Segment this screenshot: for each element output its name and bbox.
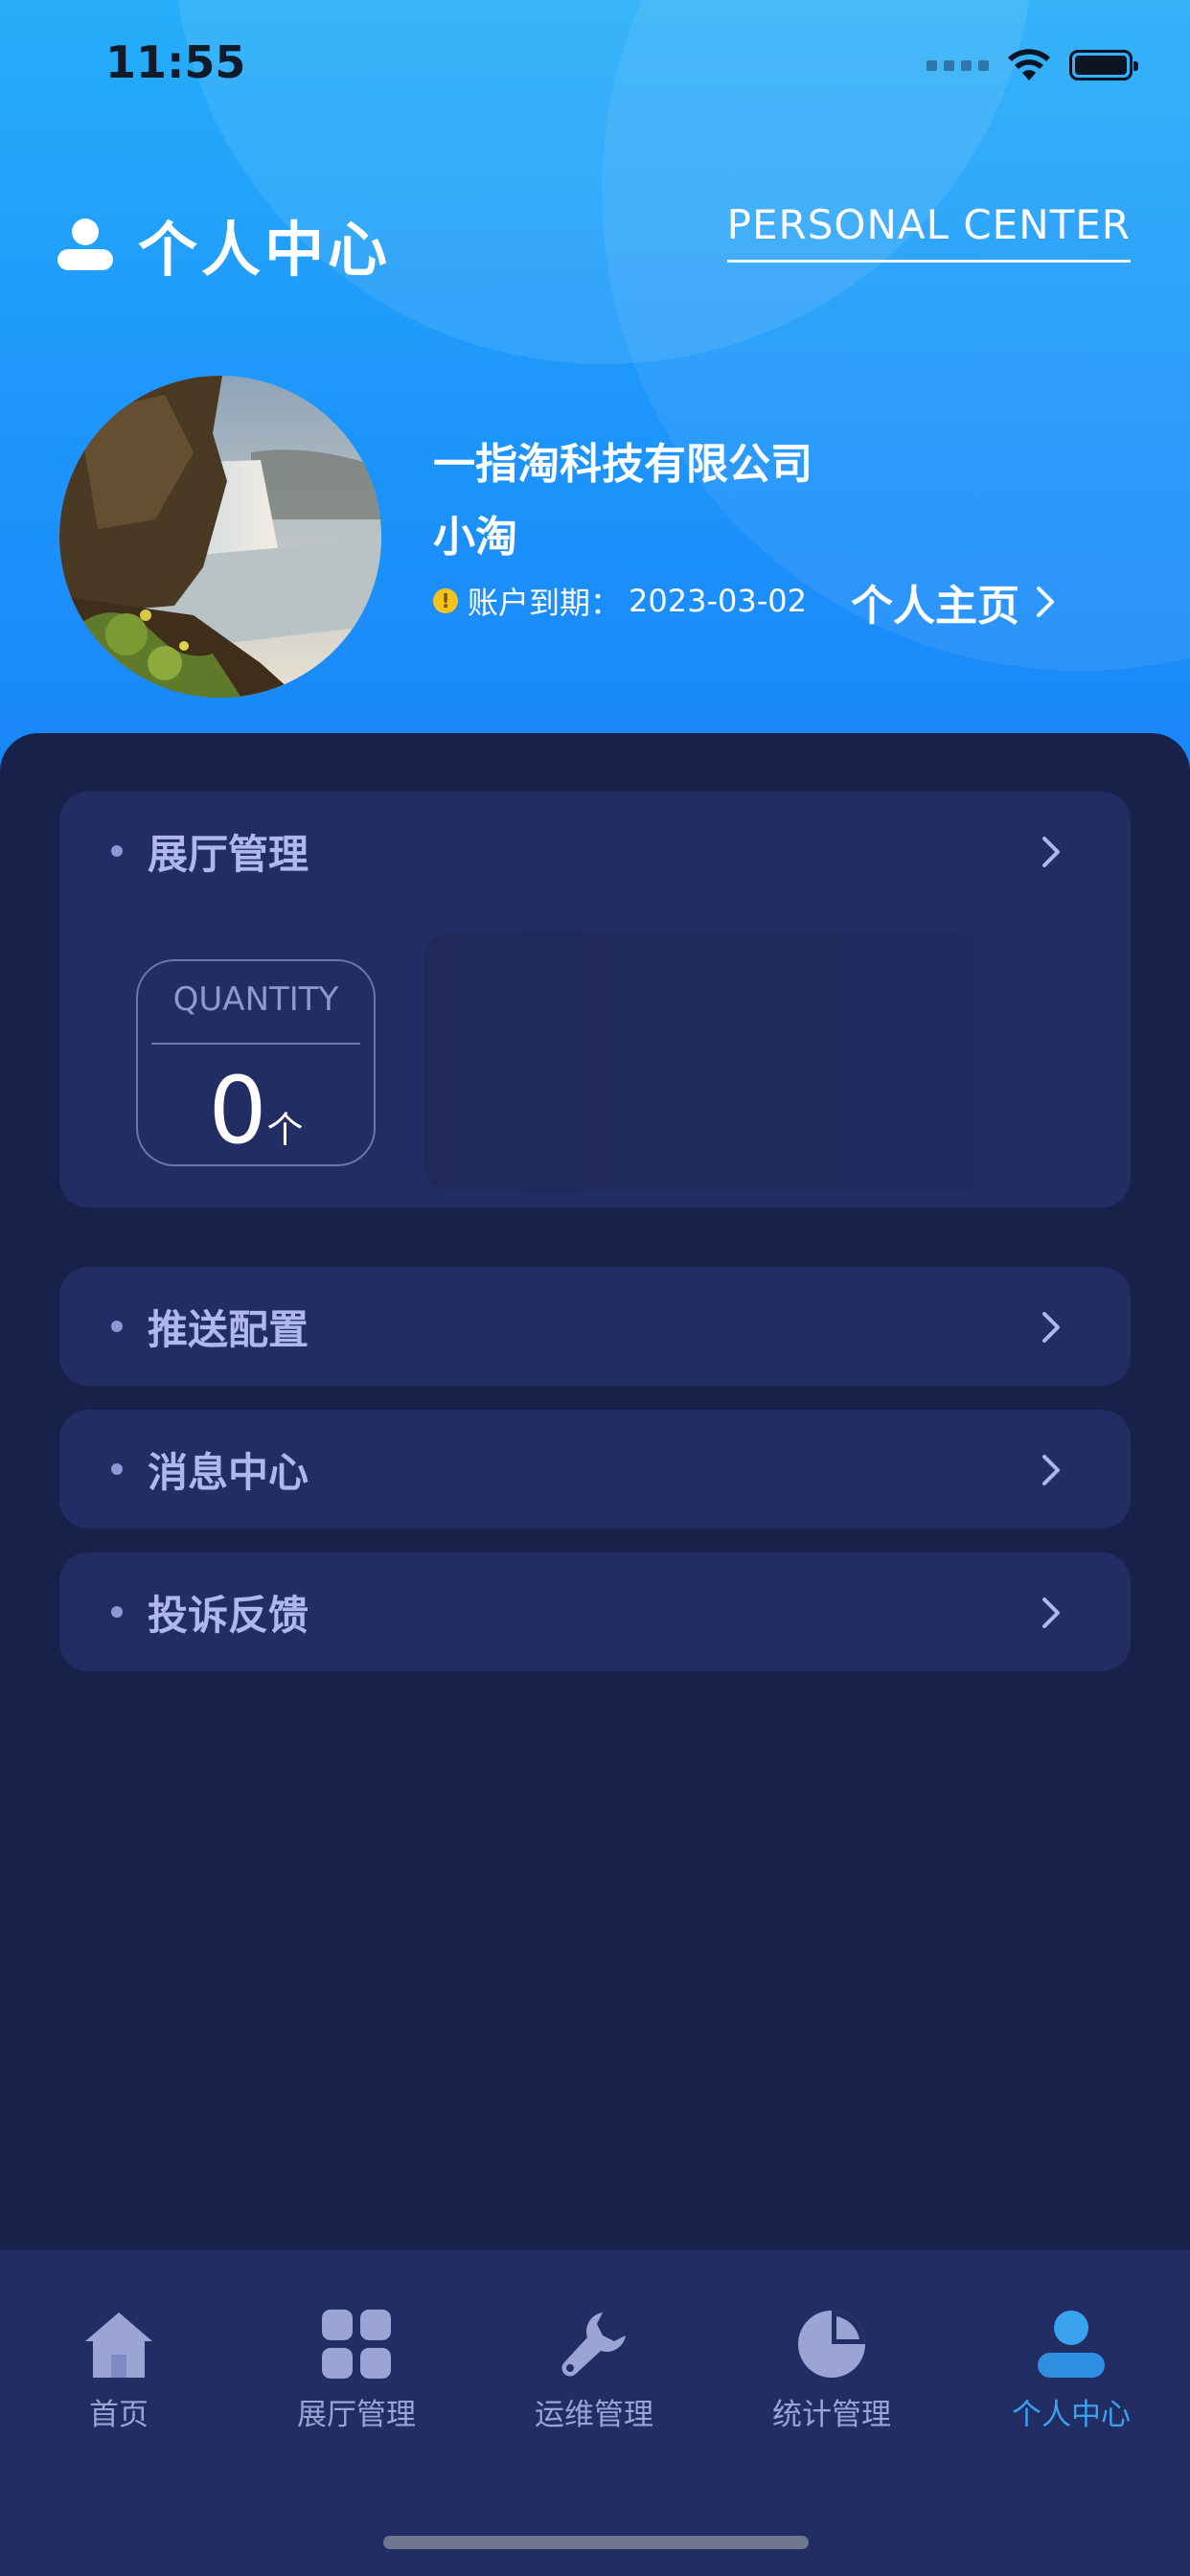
battery-icon: [1069, 50, 1138, 80]
tab-operations[interactable]: 运维管理: [475, 2308, 713, 2433]
quantity-label: QUANTITY: [172, 980, 339, 1019]
wifi-icon: [1008, 49, 1050, 80]
menu-item-row: 投诉反馈: [59, 1552, 1131, 1671]
bullet: [111, 845, 123, 857]
status-icons: [927, 46, 1138, 84]
avatar[interactable]: [59, 376, 381, 698]
hall-management-row[interactable]: 展厅管理: [59, 792, 1131, 910]
home-indicator[interactable]: [383, 2536, 809, 2549]
page-header: 个人中心: [57, 201, 391, 288]
tab-label: 统计管理: [772, 2398, 891, 2432]
expiry-date: 2023-03-02: [629, 583, 807, 619]
chevron-right-icon: [1042, 837, 1060, 867]
decorative-circle: [602, 0, 1190, 671]
avatar-image: [59, 376, 381, 698]
hall-management-label: 展厅管理: [148, 830, 309, 878]
menu-item-message-center[interactable]: 消息中心: [59, 1410, 1131, 1529]
menu-item-complaint-feedback[interactable]: 投诉反馈: [59, 1552, 1131, 1671]
user-icon: [1038, 2311, 1105, 2378]
tab-statistics[interactable]: 统计管理: [713, 2308, 950, 2433]
menu-item-push-config[interactable]: 推送配置: [59, 1267, 1131, 1386]
quantity-box: QUANTITY 0个: [136, 959, 376, 1166]
menu-item-row: 推送配置: [59, 1267, 1131, 1386]
menu-item-label: 推送配置: [148, 1305, 309, 1353]
chevron-right-icon: [1037, 586, 1054, 617]
quantity-value: 0: [208, 1057, 267, 1164]
menu-item-label: 消息中心: [148, 1448, 309, 1496]
quantity-unit: 个: [266, 1109, 304, 1151]
wrench-icon: [561, 2312, 626, 2377]
username: 小淘: [433, 513, 517, 562]
bullet: [111, 1463, 123, 1475]
bullet: [111, 1321, 123, 1332]
pie-chart-icon: [798, 2311, 865, 2378]
chevron-right-icon: [1042, 1598, 1060, 1628]
tab-label: 个人中心: [1012, 2398, 1131, 2432]
tab-label: 首页: [89, 2398, 149, 2432]
tab-hall-management[interactable]: 展厅管理: [238, 2308, 475, 2433]
divider: [151, 1043, 360, 1045]
chevron-right-icon: [1042, 1312, 1060, 1343]
account-expiry: ! 账户到期： 2023-03-02: [433, 579, 807, 623]
page-title-english: PERSONAL CENTER: [726, 201, 1131, 263]
user-icon: [57, 218, 113, 270]
status-time: 11:55: [105, 36, 246, 88]
chevron-right-icon: [1042, 1455, 1060, 1485]
tab-label: 展厅管理: [297, 2398, 416, 2432]
menu-item-label: 投诉反馈: [148, 1591, 309, 1639]
warning-icon: !: [433, 588, 458, 613]
home-icon: [85, 2312, 152, 2378]
personal-homepage-link[interactable]: 个人主页: [851, 571, 1060, 632]
hall-list-panel: [423, 932, 1108, 1192]
expiry-label: 账户到期：: [468, 585, 622, 621]
bullet: [111, 1606, 123, 1618]
company-name: 一指淘科技有限公司: [433, 440, 812, 489]
quantity-value-row: 0个: [138, 1057, 374, 1164]
hall-management-card: 展厅管理 QUANTITY 0个: [59, 792, 1131, 1208]
tab-bar: 首页 展厅管理 运维管理 统计管理 个人中心: [0, 2250, 1190, 2576]
page-title: 个人中心: [138, 215, 392, 285]
tab-home[interactable]: 首页: [0, 2308, 238, 2433]
tab-personal-center[interactable]: 个人中心: [952, 2308, 1190, 2433]
personal-homepage-label: 个人主页: [851, 582, 1019, 631]
menu-item-row: 消息中心: [59, 1410, 1131, 1529]
signal-icon: [927, 59, 989, 71]
grid-icon: [322, 2310, 391, 2379]
tab-label: 运维管理: [535, 2398, 653, 2432]
